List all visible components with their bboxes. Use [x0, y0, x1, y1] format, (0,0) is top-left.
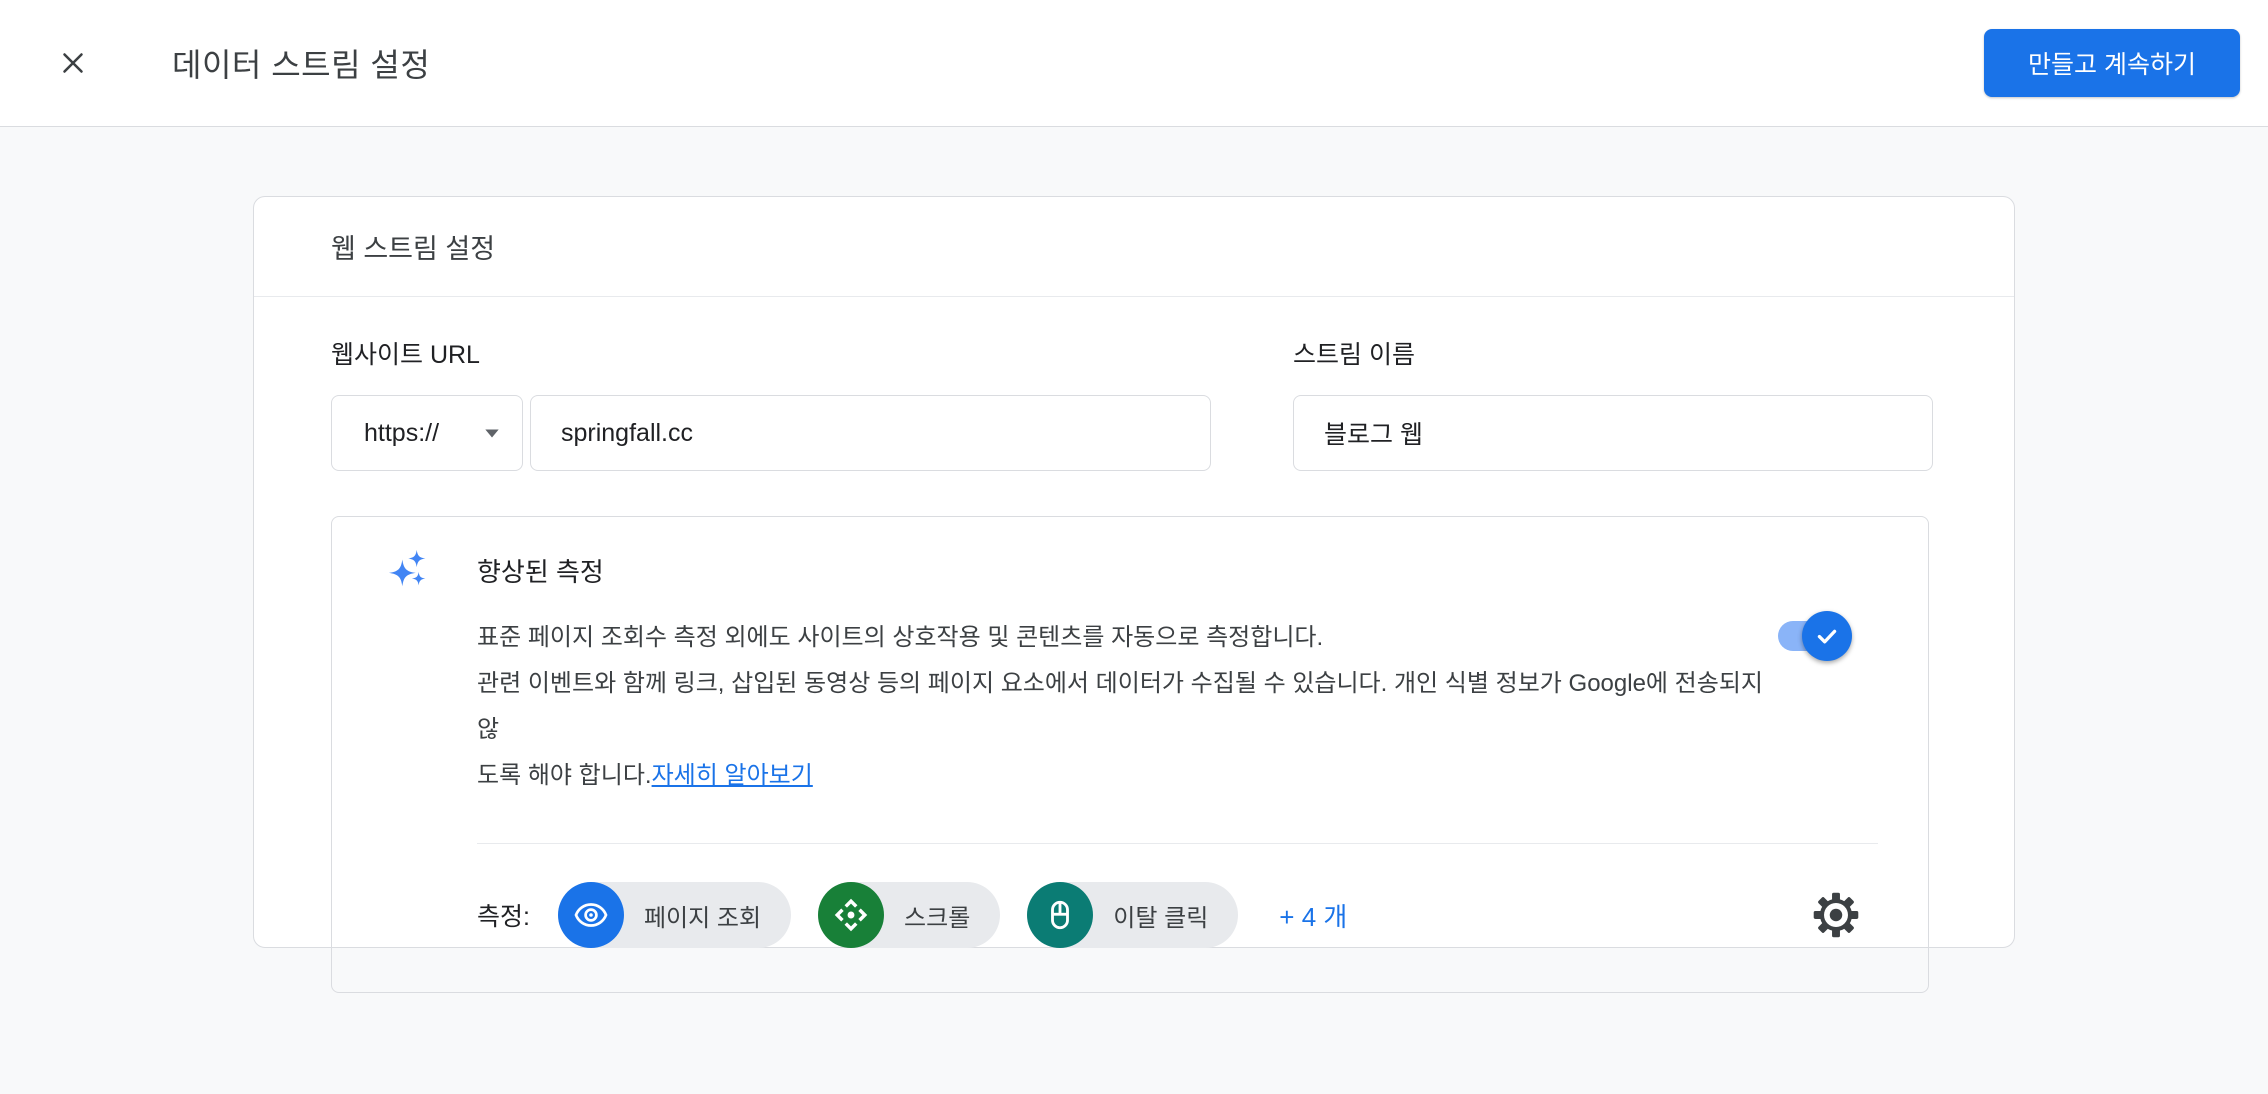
fields-row: 웹사이트 URL https:// 스트림 이름	[331, 335, 1937, 471]
card-title: 웹 스트림 설정	[331, 227, 495, 266]
enhanced-measurement-description: 표준 페이지 조회수 측정 외에도 사이트의 상호작용 및 콘텐츠를 자동으로 …	[477, 615, 1777, 799]
enhanced-measurement-toggle[interactable]	[1778, 621, 1844, 651]
chevron-down-icon	[484, 428, 500, 439]
stream-name-field-group: 스트림 이름	[1293, 335, 1933, 471]
website-url-input[interactable]	[530, 395, 1211, 471]
card-header: 웹 스트림 설정	[254, 197, 2014, 297]
card-body: 웹사이트 URL https:// 스트림 이름	[254, 297, 2014, 993]
checkmark-icon	[1813, 622, 1841, 650]
data-stream-setup-screen: 데이터 스트림 설정 만들고 계속하기 웹 스트림 설정 웹사이트 URL ht…	[0, 0, 2268, 1094]
chip-label: 페이지 조회	[644, 898, 761, 933]
enhanced-measurement-section: 향상된 측정 표준 페이지 조회수 측정 외에도 사이트의 상호작용 및 콘텐츠…	[331, 516, 1929, 993]
eye-icon	[558, 882, 624, 948]
web-stream-settings-card: 웹 스트림 설정 웹사이트 URL https://	[253, 196, 2015, 948]
close-icon	[56, 46, 90, 80]
measurement-settings-button[interactable]	[1808, 887, 1864, 943]
toggle-thumb	[1802, 611, 1852, 661]
description-line-1: 표준 페이지 조회수 측정 외에도 사이트의 상호작용 및 콘텐츠를 자동으로 …	[477, 624, 1323, 651]
section-divider	[477, 843, 1878, 844]
description-line-3: 도록 해야 합니다.	[477, 762, 652, 789]
stream-name-label: 스트림 이름	[1293, 335, 1933, 371]
more-measurements-link[interactable]: + 4 개	[1279, 897, 1347, 934]
stream-name-input[interactable]	[1293, 395, 1933, 471]
chip-label: 이탈 클릭	[1113, 898, 1208, 933]
description-line-2: 관련 이벤트와 함께 링크, 삽입된 동영상 등의 페이지 요소에서 데이터가 …	[477, 670, 1763, 743]
chip-outbound-click: 이탈 클릭	[1027, 882, 1238, 948]
gear-icon	[1811, 890, 1861, 940]
mouse-icon	[1027, 882, 1093, 948]
chip-label: 스크롤	[904, 898, 970, 933]
page-title: 데이터 스트림 설정	[172, 40, 430, 86]
sparkle-icon	[387, 547, 433, 593]
protocol-selected-value: https://	[364, 419, 439, 448]
measure-label: 측정:	[477, 897, 530, 933]
enhanced-measurement-title: 향상된 측정	[477, 552, 604, 589]
chip-scroll: 스크롤	[818, 882, 1000, 948]
chip-page-view: 페이지 조회	[558, 882, 791, 948]
protocol-dropdown[interactable]: https://	[331, 395, 523, 471]
drag-pan-icon	[818, 882, 884, 948]
close-button[interactable]	[49, 39, 97, 87]
learn-more-link[interactable]: 자세히 알아보기	[652, 762, 813, 789]
create-and-continue-button[interactable]: 만들고 계속하기	[1984, 29, 2240, 97]
website-url-label: 웹사이트 URL	[331, 335, 1293, 371]
top-bar: 데이터 스트림 설정 만들고 계속하기	[0, 0, 2268, 127]
measurement-chips-row: 측정: 페이지 조회	[477, 882, 1878, 948]
website-url-field-group: 웹사이트 URL https://	[331, 335, 1293, 471]
